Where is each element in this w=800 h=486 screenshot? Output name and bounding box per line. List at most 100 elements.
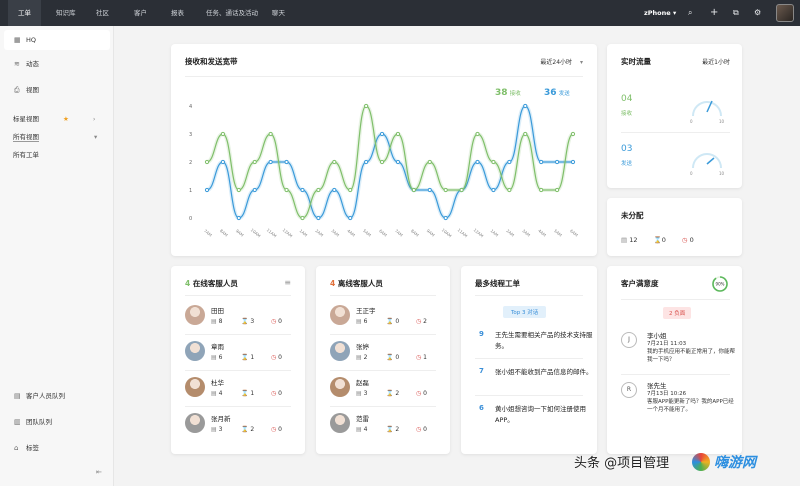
search-icon[interactable]: ⌕ — [688, 0, 692, 26]
pending-count: ⌛ 1 — [241, 390, 255, 397]
data-point[interactable] — [491, 159, 496, 165]
sidebar-item-team-queue[interactable]: ▥ 团队队列 — [4, 412, 110, 432]
sidebar-item-label: 动态 — [26, 60, 39, 68]
data-point[interactable] — [236, 215, 241, 221]
ticket-icon: ▤ — [621, 236, 628, 244]
tab-reports[interactable]: 报表 — [171, 0, 184, 26]
workspace-switcher[interactable]: zPhone ▾ — [644, 0, 676, 26]
all-views[interactable]: 所有视图 ▾ — [13, 131, 97, 142]
agent-row[interactable]: 张婷 ▤ 2 ⌛ 0 ◷ 1 — [330, 338, 448, 368]
agent-row[interactable]: 田田 ▤ 8 ⌛ 3 ◷ 0 — [185, 302, 303, 332]
user-avatar[interactable] — [776, 4, 794, 22]
gauge-min-label: 0 — [690, 171, 693, 176]
review-text: 我的手机应用不能正常用了，你能帮我一下吗？ — [647, 349, 736, 363]
overdue-count: ◷ 0 — [271, 390, 282, 397]
tab-community[interactable]: 社区 — [96, 0, 109, 26]
data-point[interactable] — [220, 131, 226, 137]
pending-count: ⌛ 2 — [386, 390, 400, 397]
data-point[interactable] — [570, 131, 576, 137]
data-point[interactable] — [348, 187, 353, 193]
sidebar-item-tags[interactable]: ⌂ 标签 — [4, 438, 110, 458]
hourglass-icon: ⌛ — [386, 390, 394, 397]
data-point[interactable] — [539, 159, 544, 165]
data-point[interactable] — [220, 159, 226, 165]
data-point[interactable] — [475, 159, 480, 165]
tab-customers[interactable]: 客户 — [134, 0, 147, 26]
agent-row[interactable]: 王正宇 ▤ 6 ⌛ 0 ◷ 2 — [330, 302, 448, 332]
agent-avatar — [330, 377, 350, 397]
data-point[interactable] — [364, 159, 369, 165]
chevron-down-icon[interactable]: ▾ — [94, 133, 97, 141]
data-point[interactable] — [204, 159, 210, 165]
review-item[interactable]: J 李小姐 7月21日 11:03 我的手机应用不能正常用了，你能帮我一下吗？ — [621, 326, 736, 372]
top-navigation-bar: 工单 知识库 社区 客户 报表 任务、通话及活动 聊天 zPhone ▾ ⌕ +… — [0, 0, 800, 26]
tab-tasks-calls-activities[interactable]: 任务、通话及活动 — [206, 0, 258, 26]
data-point[interactable] — [268, 159, 273, 165]
data-point[interactable] — [395, 159, 401, 165]
overdue-count: ◷ 0 — [271, 354, 282, 361]
starred-views[interactable]: 标星视图 ★ › — [13, 113, 95, 123]
data-point[interactable] — [539, 187, 544, 193]
data-point[interactable] — [379, 159, 385, 165]
add-icon[interactable]: + — [710, 0, 718, 26]
data-point[interactable] — [284, 187, 289, 193]
sidebar-item-views[interactable]: ⎙ 视图 — [4, 80, 110, 100]
data-point[interactable] — [523, 103, 528, 109]
data-point[interactable] — [316, 187, 321, 193]
tab-knowledge-base[interactable]: 知识库 — [56, 0, 76, 26]
collapse-sidebar-icon[interactable]: ⇤ — [96, 468, 102, 476]
data-point[interactable] — [507, 187, 512, 193]
data-point[interactable] — [284, 159, 289, 165]
data-point[interactable] — [332, 159, 337, 165]
data-point[interactable] — [252, 187, 257, 193]
data-point[interactable] — [523, 131, 528, 137]
data-point[interactable] — [570, 159, 576, 165]
data-point[interactable] — [236, 187, 241, 193]
data-point[interactable] — [204, 187, 210, 193]
data-point[interactable] — [459, 187, 464, 193]
agent-row[interactable]: 范雷 ▤ 4 ⌛ 2 ◷ 0 — [330, 410, 448, 440]
hourglass-icon: ⌛ — [386, 354, 394, 361]
data-point[interactable] — [491, 187, 496, 193]
data-point[interactable] — [554, 159, 560, 165]
menu-icon[interactable]: ≡ — [284, 278, 291, 287]
agent-name: 赵磊 — [356, 379, 369, 387]
thread-count: 9 — [479, 330, 484, 338]
data-point[interactable] — [427, 187, 432, 193]
agent-row[interactable]: 杜华 ▤ 4 ⌛ 1 ◷ 0 — [185, 374, 303, 404]
gear-icon[interactable]: ⚙ — [754, 0, 761, 26]
chevron-right-icon[interactable]: › — [93, 115, 96, 123]
data-point[interactable] — [300, 215, 305, 221]
tab-tickets[interactable]: 工单 — [8, 0, 41, 26]
sidebar-item-customer-queue[interactable]: ▤ 客户人员队列 — [4, 386, 110, 406]
data-point[interactable] — [348, 215, 353, 221]
agent-row[interactable]: 张月新 ▤ 3 ⌛ 2 ◷ 0 — [185, 410, 303, 440]
review-item[interactable]: R 张先生 7月13日 10:26 客服APP能更新了吗？我的APP已经一个月不能用了… — [621, 376, 736, 422]
data-point[interactable] — [316, 215, 321, 221]
data-point[interactable] — [379, 131, 385, 137]
all-tickets[interactable]: 所有工单 — [13, 149, 39, 159]
external-link-icon[interactable]: ⧉ — [733, 0, 739, 26]
data-point[interactable] — [300, 187, 305, 193]
data-point[interactable] — [332, 187, 337, 193]
data-point[interactable] — [364, 103, 369, 109]
data-point[interactable] — [554, 187, 560, 193]
data-point[interactable] — [252, 159, 257, 165]
data-point[interactable] — [411, 187, 416, 193]
tab-chat[interactable]: 聊天 — [272, 0, 285, 26]
customer-queue-icon: ▤ — [14, 392, 21, 400]
clock-icon: ◷ — [271, 426, 277, 433]
threads-title: 最多线程工单 — [475, 279, 520, 288]
data-point[interactable] — [443, 187, 448, 193]
data-point[interactable] — [507, 159, 512, 165]
agent-row[interactable]: 章雨 ▤ 6 ⌛ 1 ◷ 0 — [185, 338, 303, 368]
agent-row[interactable]: 赵磊 ▤ 3 ⌛ 2 ◷ 0 — [330, 374, 448, 404]
data-point[interactable] — [395, 131, 401, 137]
data-point[interactable] — [268, 131, 273, 137]
data-point[interactable] — [427, 159, 432, 165]
data-point[interactable] — [475, 131, 480, 137]
sidebar-item-feed[interactable]: ≋ 动态 — [4, 54, 110, 74]
ticket-icon: ▤ — [211, 318, 217, 325]
sidebar-item-hq[interactable]: ▦ HQ — [4, 30, 110, 50]
data-point[interactable] — [443, 215, 448, 221]
